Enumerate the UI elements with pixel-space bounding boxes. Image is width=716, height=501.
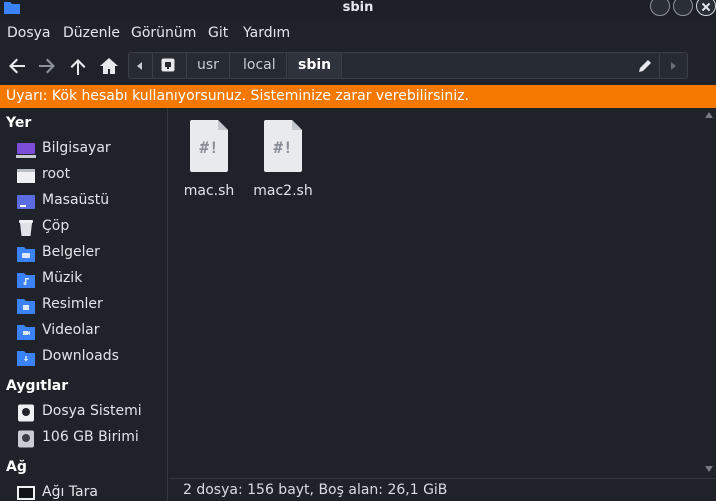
sidebar-item-music[interactable]: Müzik xyxy=(0,267,168,293)
menu-go[interactable]: Git xyxy=(208,25,228,41)
file-name: mac.sh xyxy=(183,183,235,199)
sidebar-item-label: Bilgisayar xyxy=(42,140,111,156)
sidebar-item-label: Downloads xyxy=(42,348,119,364)
root-warning-bar: Uyarı: Kök hesabı kullanıyorsunuz. Siste… xyxy=(0,85,716,108)
sidebar-item-computer[interactable]: Bilgisayar xyxy=(0,137,168,163)
script-file-icon: #! xyxy=(264,120,302,172)
menu-edit[interactable]: Düzenle xyxy=(63,25,120,41)
desktop-icon xyxy=(17,195,35,209)
network-icon xyxy=(17,486,35,500)
status-text: 2 dosya: 156 bayt, Boş alan: 26,1 GiB xyxy=(183,482,448,498)
menu-bar: Dosya Düzenle Görünüm Git Yardım xyxy=(0,20,716,47)
path-bar: usr local sbin xyxy=(128,52,688,79)
volume-drive-icon xyxy=(18,430,34,448)
vertical-scrollbar[interactable] xyxy=(702,108,716,478)
sidebar-item-label: Resimler xyxy=(42,296,103,312)
sidebar-item-desktop[interactable]: Masaüstü xyxy=(0,189,168,215)
sidebar-item-root[interactable]: root xyxy=(0,163,168,189)
computer-icon xyxy=(16,143,36,158)
svg-text:#!: #! xyxy=(199,138,218,157)
home-icon[interactable] xyxy=(98,55,120,77)
svg-text:#!: #! xyxy=(273,138,292,157)
sidebar-item-label: 106 GB Birimi xyxy=(42,429,139,445)
sidebar-item-label: Çöp xyxy=(42,218,70,234)
sidebar-item-volume[interactable]: 106 GB Birimi xyxy=(0,426,168,452)
scroll-up-arrow-icon[interactable] xyxy=(705,112,713,118)
sidebar-item-label: Müzik xyxy=(42,270,83,286)
sidebar-item-browse-network[interactable]: Ağı Tara xyxy=(0,481,168,501)
sidebar-item-label: root xyxy=(42,166,71,182)
videos-folder-icon xyxy=(17,325,35,340)
sidebar-item-documents[interactable]: Belgeler xyxy=(0,241,168,267)
sidebar-item-trash[interactable]: Çöp xyxy=(0,215,168,241)
status-bar: 2 dosya: 156 bayt, Boş alan: 26,1 GiB xyxy=(169,478,716,501)
file-name: mac2.sh xyxy=(253,183,313,199)
sidebar-section-devices: Aygıtlar xyxy=(6,378,69,394)
title-bar: sbin xyxy=(0,0,716,20)
trash-icon xyxy=(19,220,33,236)
window-title: sbin xyxy=(342,0,374,15)
sidebar: Yer Bilgisayar root Masaüstü Çöp Belgele… xyxy=(0,108,168,501)
path-root-button[interactable] xyxy=(153,53,187,78)
path-scroll-left-button[interactable] xyxy=(129,53,153,78)
menu-file[interactable]: Dosya xyxy=(7,25,51,41)
downloads-folder-icon xyxy=(17,351,35,366)
forward-arrow-icon[interactable] xyxy=(36,55,58,77)
sidebar-item-filesystem[interactable]: Dosya Sistemi xyxy=(0,400,168,426)
path-usr-button[interactable]: usr xyxy=(187,53,230,78)
sidebar-item-label: Belgeler xyxy=(42,244,100,260)
drive-icon xyxy=(18,404,34,422)
file-item-mac-sh[interactable]: #! mac.sh xyxy=(172,108,246,199)
sidebar-item-label: Dosya Sistemi xyxy=(42,403,142,419)
back-arrow-icon[interactable] xyxy=(6,55,28,77)
sidebar-section-network: Ağ xyxy=(6,459,27,475)
sidebar-section-places: Yer xyxy=(6,115,32,131)
sidebar-item-label: Masaüstü xyxy=(42,192,110,208)
home-folder-icon xyxy=(17,169,35,183)
menu-view[interactable]: Görünüm xyxy=(131,25,196,41)
path-local-button[interactable]: local xyxy=(233,53,287,78)
sidebar-item-videos[interactable]: Videolar xyxy=(0,319,168,345)
path-sbin-button[interactable]: sbin xyxy=(288,53,343,78)
up-arrow-icon[interactable] xyxy=(67,55,89,77)
sidebar-item-label: Videolar xyxy=(42,322,100,338)
script-file-icon: #! xyxy=(190,120,228,172)
pictures-folder-icon xyxy=(17,299,35,314)
path-scroll-right-button[interactable] xyxy=(659,53,687,78)
pencil-edit-icon[interactable] xyxy=(637,58,653,74)
sidebar-item-label: Ağı Tara xyxy=(42,484,98,500)
documents-folder-icon xyxy=(17,247,35,262)
menu-help[interactable]: Yardım xyxy=(243,25,290,41)
scroll-down-arrow-icon[interactable] xyxy=(705,466,713,472)
sidebar-item-pictures[interactable]: Resimler xyxy=(0,293,168,319)
toolbar: usr local sbin xyxy=(0,47,716,84)
music-folder-icon xyxy=(17,273,35,288)
drive-icon xyxy=(161,58,175,72)
sidebar-item-downloads[interactable]: Downloads xyxy=(0,345,168,371)
file-item-mac2-sh[interactable]: #! mac2.sh xyxy=(246,108,320,199)
file-view: #! mac.sh #! mac2.sh xyxy=(169,108,716,501)
